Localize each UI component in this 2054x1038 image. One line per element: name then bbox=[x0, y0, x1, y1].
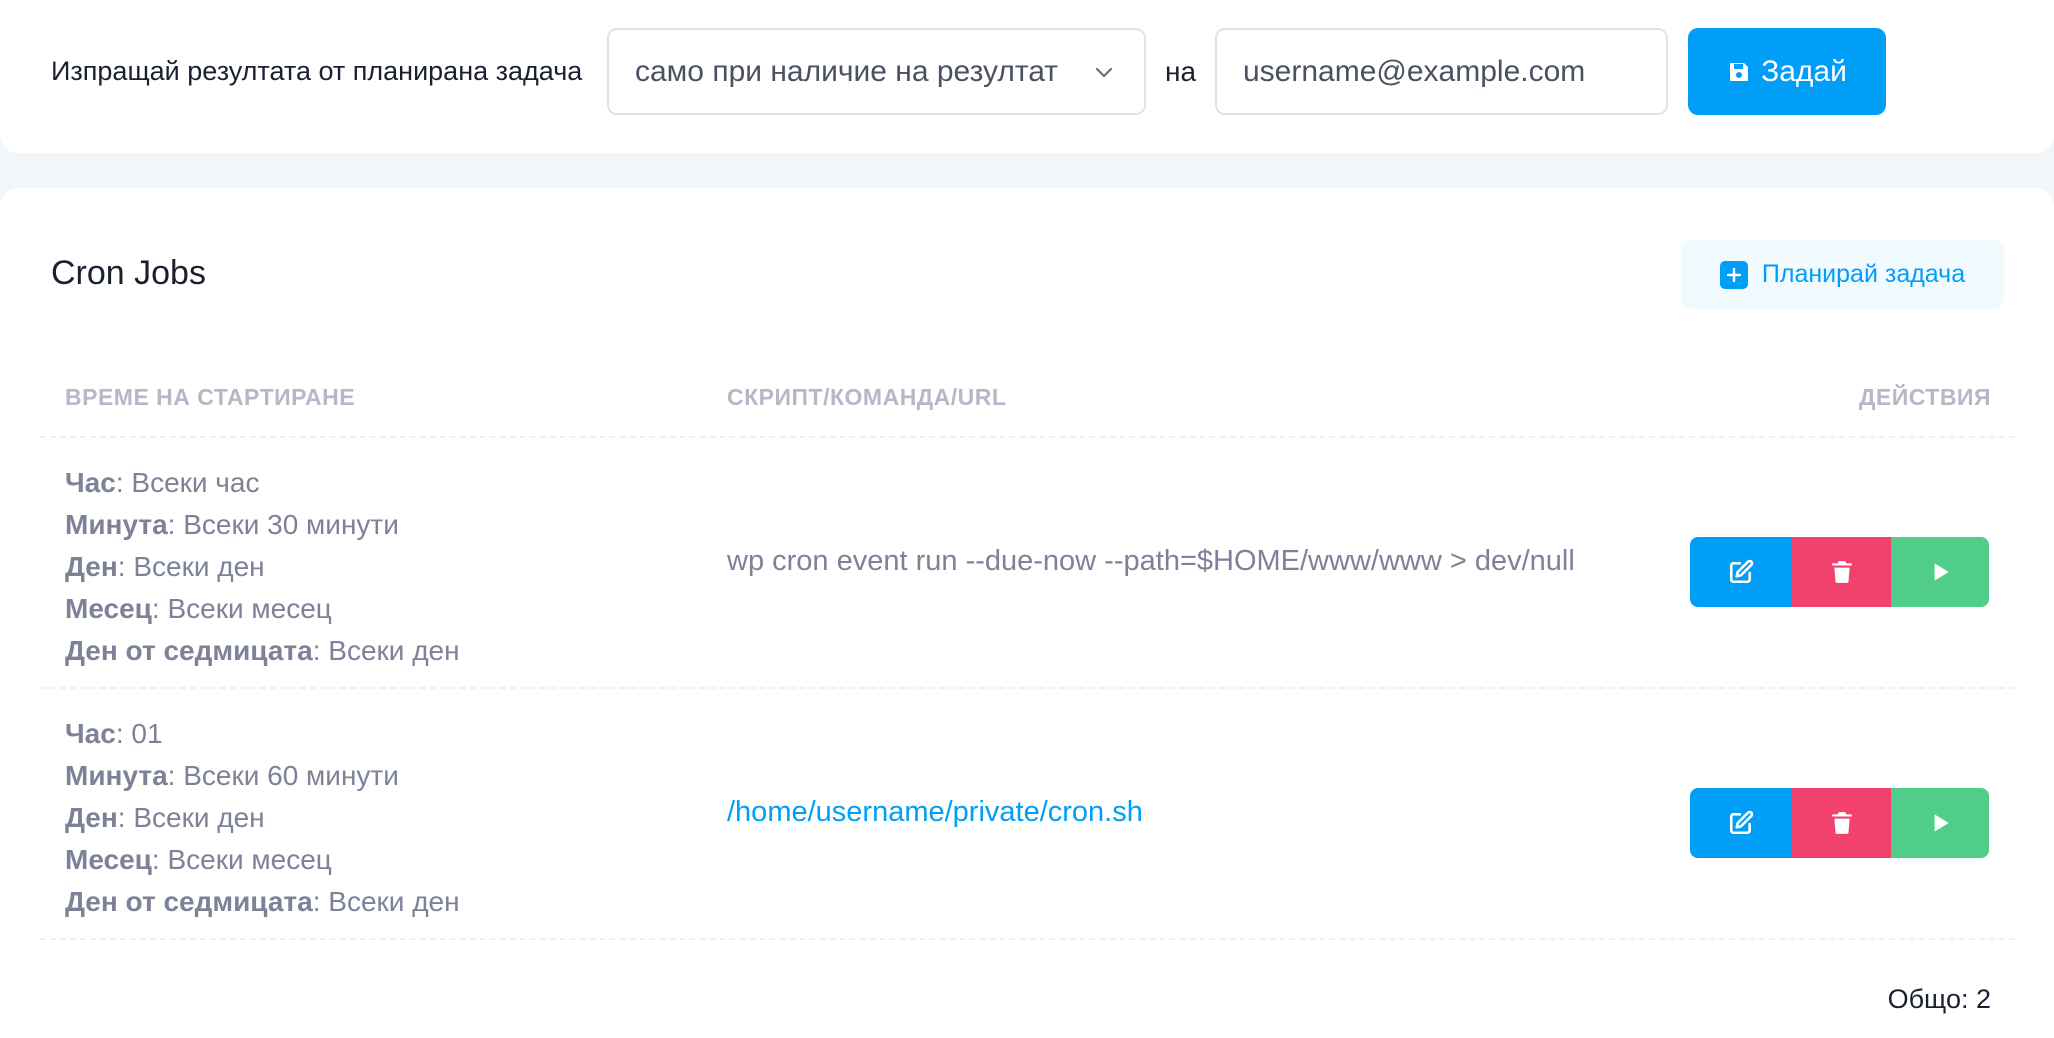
hour-value: : Всеки час bbox=[115, 467, 260, 498]
weekday-value: : Всеки ден bbox=[312, 886, 460, 917]
edit-icon bbox=[1729, 810, 1754, 835]
edit-button[interactable] bbox=[1690, 788, 1792, 858]
month-key: Месец bbox=[65, 593, 152, 624]
delete-button[interactable] bbox=[1792, 537, 1891, 607]
plus-square-icon bbox=[1719, 260, 1748, 289]
row-actions bbox=[1690, 788, 1989, 858]
save-icon bbox=[1730, 62, 1749, 81]
schedule-task-button[interactable]: Планирай задача bbox=[1681, 240, 2004, 309]
minute-value: : Всеки 30 минути bbox=[167, 509, 399, 540]
send-condition-select[interactable]: само при наличие на резултат bbox=[607, 28, 1146, 115]
day-key: Ден bbox=[65, 802, 118, 833]
schedule-details: Час: 01 Минута: Всеки 60 минути Ден: Все… bbox=[65, 713, 460, 923]
play-icon bbox=[1934, 563, 1949, 581]
month-key: Месец bbox=[65, 844, 152, 875]
send-result-label: Изпращай резултата от планирана задача bbox=[51, 56, 583, 86]
play-icon bbox=[1934, 814, 1949, 832]
set-button-label: Задай bbox=[1761, 54, 1847, 88]
day-value: : Всеки ден bbox=[117, 551, 265, 582]
table-row: Час: Всеки час Минута: Всеки 30 минути Д… bbox=[0, 438, 2054, 688]
row-actions bbox=[1690, 537, 1989, 607]
set-button[interactable]: Задай bbox=[1688, 28, 1886, 115]
minute-key: Минута bbox=[65, 509, 168, 540]
total-count: Общо: 2 bbox=[1887, 984, 1991, 1014]
weekday-key: Ден от седмицата bbox=[65, 886, 313, 917]
send-condition-value: само при наличие на резултат bbox=[635, 54, 1059, 88]
weekday-key: Ден от седмицата bbox=[65, 635, 313, 666]
edit-icon bbox=[1729, 559, 1754, 584]
day-value: : Всеки ден bbox=[117, 802, 265, 833]
hour-key: Час bbox=[65, 718, 116, 749]
hour-value: : 01 bbox=[115, 718, 163, 749]
schedule-task-label: Планирай задача bbox=[1761, 260, 1966, 288]
command-text: wp cron event run --due-now --path=$HOME… bbox=[727, 545, 1575, 577]
run-button[interactable] bbox=[1891, 537, 1989, 607]
day-key: Ден bbox=[65, 551, 118, 582]
month-value: : Всеки месец bbox=[151, 844, 332, 875]
run-button[interactable] bbox=[1891, 788, 1989, 858]
weekday-value: : Всеки ден bbox=[312, 635, 460, 666]
minute-value: : Всеки 60 минути bbox=[167, 760, 399, 791]
schedule-details: Час: Всеки час Минута: Всеки 30 минути Д… bbox=[65, 462, 460, 672]
notification-settings-card: Изпращай резултата от планирана задача с… bbox=[0, 0, 2054, 153]
chevron-down-icon bbox=[1095, 67, 1113, 78]
edit-button[interactable] bbox=[1690, 537, 1792, 607]
column-header-actions: ДЕЙСТВИЯ bbox=[1858, 384, 1991, 410]
email-input[interactable] bbox=[1215, 28, 1668, 115]
trash-icon bbox=[1831, 561, 1852, 583]
table-row: Час: 01 Минута: Всеки 60 минути Ден: Все… bbox=[0, 689, 2054, 939]
section-title: Cron Jobs bbox=[51, 254, 206, 292]
trash-icon bbox=[1831, 812, 1852, 834]
month-value: : Всеки месец bbox=[151, 593, 332, 624]
delete-button[interactable] bbox=[1792, 788, 1891, 858]
cron-jobs-card: Cron Jobs Планирай задача ВРЕМЕ НА СТАРТ… bbox=[0, 188, 2054, 1038]
command-link[interactable]: /home/username/private/cron.sh bbox=[727, 796, 1143, 829]
minute-key: Минута bbox=[65, 760, 168, 791]
to-label: на bbox=[1165, 56, 1197, 87]
table-divider bbox=[40, 938, 2015, 940]
column-header-script: СКРИПТ/КОМАНДА/URL bbox=[727, 384, 1007, 410]
hour-key: Час bbox=[65, 467, 116, 498]
column-header-time: ВРЕМЕ НА СТАРТИРАНЕ bbox=[65, 384, 356, 410]
